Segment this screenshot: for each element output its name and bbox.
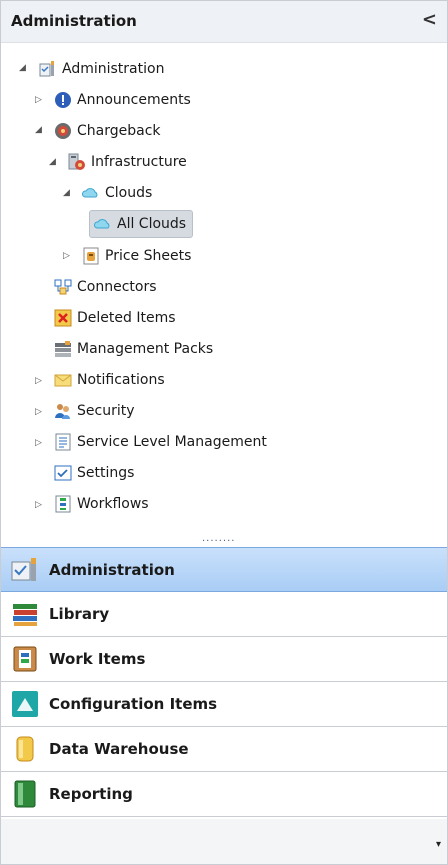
- tree-item-all-clouds[interactable]: All Clouds: [89, 210, 194, 238]
- nav-label: Configuration Items: [49, 695, 218, 713]
- nav-configuration-items[interactable]: Configuration Items: [1, 682, 447, 727]
- tree-label: Price Sheets: [105, 248, 192, 264]
- library-icon: [13, 604, 37, 626]
- expanded-arrow-icon[interactable]: ◢: [49, 157, 59, 167]
- tree-item-security[interactable]: Security: [54, 397, 135, 425]
- data-warehouse-icon: [16, 736, 34, 762]
- tree-item-administration[interactable]: Administration: [39, 55, 164, 83]
- collapsed-arrow-icon[interactable]: ▷: [35, 376, 45, 386]
- nav-label: Data Warehouse: [49, 740, 189, 758]
- tree-item-workflows[interactable]: Workflows: [54, 490, 149, 518]
- administration-icon: [11, 557, 36, 581]
- price-sheet-icon: [83, 247, 99, 265]
- tree-label: Workflows: [77, 496, 149, 512]
- collapsed-arrow-icon[interactable]: ▷: [35, 500, 45, 510]
- tree-label: Administration: [62, 61, 165, 77]
- nav-footer: ▾: [1, 819, 447, 864]
- cloud-icon: [82, 188, 98, 198]
- cloud-icon: [94, 219, 110, 229]
- infrastructure-icon: [68, 153, 85, 170]
- tree-item-announcements[interactable]: Announcements: [54, 86, 191, 114]
- nav-reporting[interactable]: Reporting: [1, 772, 447, 817]
- wunderbar: Administration Library Work Items Config…: [1, 547, 447, 817]
- tree-item-deleted-items[interactable]: Deleted Items: [54, 304, 176, 332]
- tree-label: Security: [77, 403, 135, 419]
- nav-label: Administration: [49, 560, 175, 579]
- tree-item-chargeback[interactable]: Chargeback: [54, 117, 161, 145]
- workflow-icon: [55, 495, 71, 513]
- tree-label: Deleted Items: [77, 310, 176, 326]
- envelope-icon: [54, 374, 72, 387]
- tree-item-service-level-management[interactable]: Service Level Management: [54, 428, 267, 456]
- collapsed-arrow-icon[interactable]: ▷: [63, 251, 73, 261]
- expanded-arrow-icon[interactable]: ◢: [63, 188, 73, 198]
- collapse-pane-button[interactable]: <: [422, 9, 437, 30]
- tree-item-clouds[interactable]: Clouds: [82, 179, 152, 207]
- connector-icon: [54, 279, 72, 295]
- pane-title: Administration: [11, 12, 137, 30]
- nav-work-items[interactable]: Work Items: [1, 637, 447, 682]
- document-icon: [55, 433, 71, 451]
- tree-label: Infrastructure: [91, 154, 187, 170]
- administration-icon: [39, 61, 54, 77]
- announcement-icon: [55, 92, 71, 108]
- collapsed-arrow-icon[interactable]: ▷: [35, 438, 45, 448]
- reporting-icon: [14, 780, 36, 808]
- configuration-items-icon: [12, 691, 38, 717]
- users-icon: [55, 404, 70, 419]
- pane-header: Administration <: [1, 1, 447, 43]
- tree-label: Chargeback: [77, 123, 161, 139]
- navigation-pane: Administration < ◢ Administration ▷ Anno…: [0, 0, 448, 865]
- work-items-icon: [13, 646, 37, 672]
- tree-label: All Clouds: [117, 216, 187, 232]
- tree-label: Management Packs: [77, 341, 214, 357]
- nav-label: Library: [49, 605, 110, 623]
- tree-label: Announcements: [77, 92, 191, 108]
- tree-item-connectors[interactable]: Connectors: [54, 273, 157, 301]
- tree-label: Service Level Management: [77, 434, 267, 450]
- management-pack-icon: [55, 341, 71, 357]
- tree-item-price-sheets[interactable]: Price Sheets: [82, 242, 191, 270]
- chargeback-icon: [55, 123, 71, 139]
- tree-item-management-packs[interactable]: Management Packs: [54, 335, 213, 363]
- expanded-arrow-icon[interactable]: ◢: [35, 125, 45, 135]
- nav-label: Work Items: [49, 650, 146, 668]
- configure-buttons-dropdown[interactable]: ▾: [436, 839, 441, 850]
- nav-data-warehouse[interactable]: Data Warehouse: [1, 727, 447, 772]
- tree-item-settings[interactable]: Settings: [54, 459, 134, 487]
- collapsed-arrow-icon[interactable]: ▷: [35, 95, 45, 105]
- nav-library[interactable]: Library: [1, 592, 447, 637]
- tree-label: Connectors: [77, 279, 157, 295]
- settings-checkbox-icon: [54, 465, 72, 481]
- tree-label: Settings: [77, 465, 135, 481]
- tree-item-notifications[interactable]: Notifications: [54, 366, 165, 394]
- expanded-arrow-icon[interactable]: ◢: [19, 63, 29, 73]
- nav-administration[interactable]: Administration: [1, 547, 447, 592]
- collapsed-arrow-icon[interactable]: ▷: [35, 407, 45, 417]
- splitter-grip[interactable]: ........: [202, 534, 254, 544]
- tree-label: Clouds: [105, 185, 153, 201]
- nav-label: Reporting: [49, 785, 133, 803]
- deleted-items-icon: [54, 309, 72, 327]
- tree-label: Notifications: [77, 372, 165, 388]
- tree-item-infrastructure[interactable]: Infrastructure: [68, 148, 187, 176]
